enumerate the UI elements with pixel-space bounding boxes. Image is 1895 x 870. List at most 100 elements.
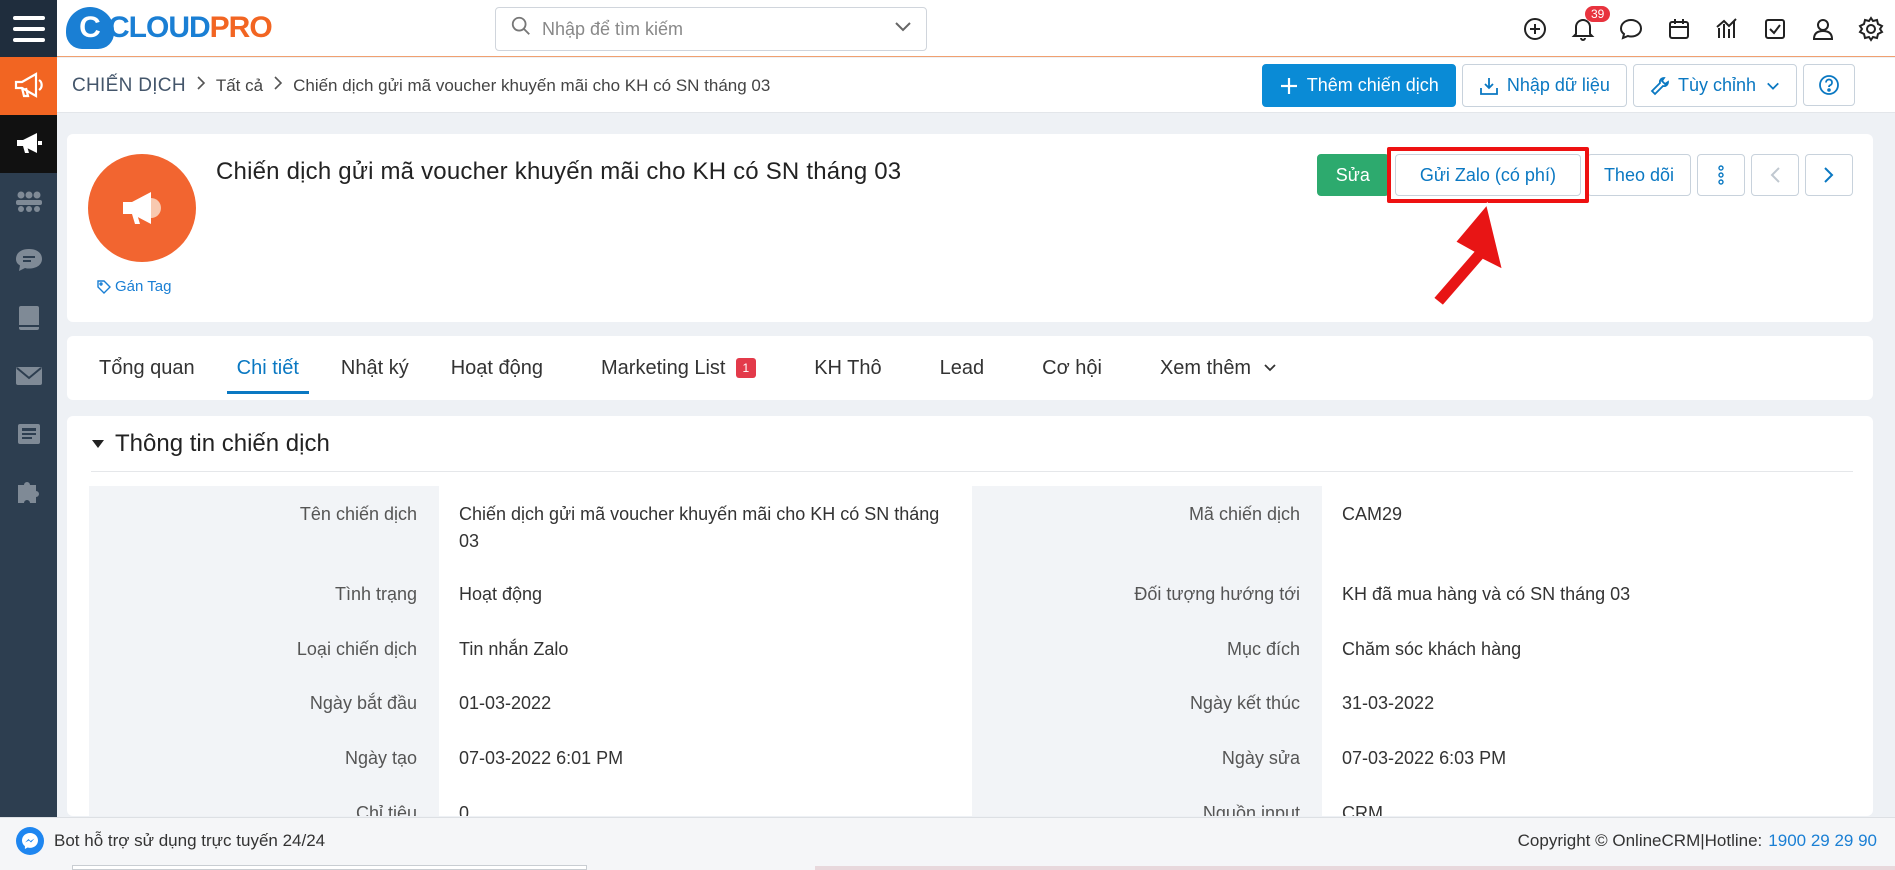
logo-main: CLOUD	[108, 11, 211, 44]
top-bar: C CLOUDPRO 39	[0, 0, 1895, 57]
message-bubble-icon	[15, 249, 42, 271]
sidebar	[0, 57, 57, 817]
logo-accent: PRO	[209, 11, 273, 44]
field-row: Mã chiến dịch CAM29	[972, 486, 1845, 566]
send-zalo-label: Gửi Zalo (có phí)	[1419, 164, 1556, 185]
tab-details[interactable]: Chi tiết	[221, 336, 315, 400]
breadcrumb-all[interactable]: Tất cả	[216, 76, 263, 96]
follow-button[interactable]: Theo dõi	[1586, 154, 1691, 196]
puzzle-icon	[17, 482, 39, 503]
more-options-button[interactable]	[1697, 154, 1745, 196]
field-label: Tình trạng	[89, 566, 439, 621]
tab-lead[interactable]: Lead	[924, 336, 1001, 400]
tab-activities[interactable]: Hoạt động	[435, 336, 559, 400]
sidebar-item-messages[interactable]	[0, 231, 57, 289]
book-icon	[18, 306, 39, 330]
sidebar-item-knowledge[interactable]	[0, 289, 57, 347]
footer: Bot hỗ trợ sử dụng trực tuyến 24/24 Copy…	[0, 817, 1895, 870]
field-label: Mục đích	[972, 621, 1322, 675]
help-button[interactable]	[1803, 64, 1855, 106]
field-label: Ngày sửa	[972, 730, 1322, 785]
field-value[interactable]: Chăm sóc khách hàng	[1322, 621, 1845, 675]
divider	[91, 471, 1853, 472]
mail-icon	[15, 367, 42, 385]
tab-label: Lead	[939, 356, 985, 379]
calendar-icon[interactable]	[1655, 0, 1703, 57]
field-row: Ngày bắt đầu 01-03-2022	[89, 675, 962, 730]
field-label: Ngày kết thúc	[972, 675, 1322, 730]
tab-label: Cơ hội	[1042, 356, 1102, 379]
field-value[interactable]: CRM	[1322, 785, 1845, 816]
field-label: Tên chiến dịch	[89, 486, 439, 566]
sidebar-item-customers[interactable]	[0, 173, 57, 231]
tab-opportunities[interactable]: Cơ hội	[1026, 336, 1118, 400]
logo[interactable]: C CLOUDPRO	[66, 5, 273, 51]
taskbar-strip	[72, 865, 587, 870]
chevron-down-icon	[1264, 364, 1276, 372]
field-value[interactable]: 31-03-2022	[1322, 675, 1845, 730]
breadcrumb-module[interactable]: CHIẾN DỊCH	[72, 75, 186, 97]
next-record-button[interactable]	[1805, 154, 1853, 196]
edit-button[interactable]: Sửa	[1316, 154, 1389, 196]
field-value[interactable]: Chiến dịch gửi mã voucher khuyến mãi cho…	[439, 486, 962, 566]
add-campaign-button[interactable]: Thêm chiến dịch	[1261, 64, 1456, 107]
field-value[interactable]: 01-03-2022	[439, 675, 962, 730]
field-row: Ngày sửa 07-03-2022 6:03 PM	[972, 730, 1845, 785]
chevron-down-icon[interactable]	[894, 20, 912, 38]
chevron-left-icon	[1770, 167, 1780, 183]
more-vertical-icon	[1718, 165, 1724, 185]
tab-raw-customers[interactable]: KH Thô	[798, 336, 897, 400]
tab-marketing-list[interactable]: Marketing List 1	[585, 336, 772, 400]
tab-label: KH Thô	[814, 356, 882, 379]
field-value[interactable]: KH đã mua hàng và có SN tháng 03	[1322, 566, 1845, 621]
user-icon[interactable]	[1799, 0, 1847, 57]
field-row: Nguồn input CRM	[972, 785, 1845, 816]
field-label: Nguồn input	[972, 785, 1322, 816]
annotation-arrow-icon	[1431, 201, 1505, 308]
search-icon	[510, 15, 532, 43]
toolbar: Thêm chiến dịch Nhập dữ liệu Tùy chỉnh	[1261, 64, 1855, 107]
report-chart-icon[interactable]	[1703, 0, 1751, 57]
field-value[interactable]: CAM29	[1322, 486, 1845, 566]
send-zalo-button[interactable]: Gửi Zalo (có phí)	[1386, 147, 1589, 203]
chevron-right-icon	[1824, 167, 1834, 183]
field-row: Loại chiến dịch Tin nhắn Zalo	[89, 621, 962, 675]
tab-overview[interactable]: Tổng quan	[83, 336, 211, 400]
field-value[interactable]: Hoạt động	[439, 566, 962, 621]
sidebar-item-marketing[interactable]	[0, 57, 57, 115]
tab-label: Marketing List	[601, 356, 726, 379]
tab-log[interactable]: Nhật ký	[325, 336, 425, 400]
field-value[interactable]: Tin nhắn Zalo	[439, 621, 962, 675]
field-row: Tên chiến dịch Chiến dịch gửi mã voucher…	[89, 486, 962, 566]
tab-label: Nhật ký	[340, 356, 409, 379]
field-value[interactable]: 0	[439, 785, 962, 816]
gear-icon[interactable]	[1847, 0, 1895, 57]
field-label: Chỉ tiêu	[89, 785, 439, 816]
tab-more[interactable]: Xem thêm	[1144, 336, 1293, 400]
top-icons: 39	[1511, 0, 1895, 57]
breadcrumb-bar: CHIẾN DỊCH Tất cả Chiến dịch gửi mã vouc…	[57, 58, 1895, 113]
search-input[interactable]	[542, 18, 882, 40]
sidebar-item-campaign[interactable]	[0, 115, 57, 173]
import-data-button[interactable]: Nhập dữ liệu	[1461, 64, 1627, 107]
menu-icon[interactable]	[0, 0, 57, 57]
add-icon[interactable]	[1511, 0, 1559, 57]
team-icon	[15, 191, 42, 212]
avatar	[88, 154, 196, 262]
field-row: Mục đích Chăm sóc khách hàng	[972, 621, 1845, 675]
hotline-link[interactable]: 1900 29 29 90	[1768, 831, 1877, 851]
previous-record-button[interactable]	[1751, 154, 1799, 196]
support-bot[interactable]: Bot hỗ trợ sử dụng trực tuyến 24/24	[16, 818, 325, 864]
field-column-right: Mã chiến dịch CAM29 Đối tượng hướng tới …	[972, 486, 1845, 816]
assign-tag-link[interactable]: Gán Tag	[97, 278, 171, 295]
section-header[interactable]: Thông tin chiến dịch	[91, 430, 330, 458]
task-check-icon[interactable]	[1751, 0, 1799, 57]
customize-button[interactable]: Tùy chỉnh	[1632, 64, 1797, 107]
sidebar-item-email[interactable]	[0, 347, 57, 405]
sidebar-item-contacts[interactable]	[0, 405, 57, 463]
search-box[interactable]	[495, 7, 927, 51]
field-row: Đối tượng hướng tới KH đã mua hàng và có…	[972, 566, 1845, 621]
bell-icon[interactable]: 39	[1559, 0, 1611, 57]
chat-icon[interactable]	[1607, 0, 1655, 57]
sidebar-item-extensions[interactable]	[0, 463, 57, 521]
